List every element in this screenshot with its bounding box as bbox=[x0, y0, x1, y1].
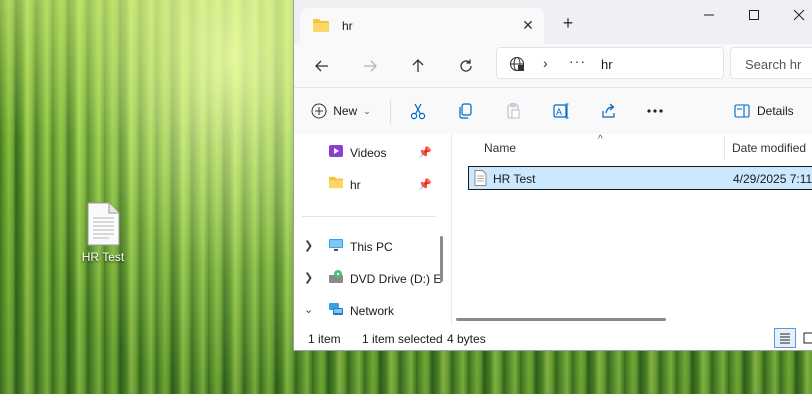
details-view-icon[interactable] bbox=[774, 328, 796, 348]
cut-icon[interactable] bbox=[404, 96, 432, 126]
close-tab-icon[interactable]: ✕ bbox=[518, 15, 538, 35]
search-input[interactable]: Search hr bbox=[730, 47, 812, 79]
paste-icon[interactable] bbox=[499, 96, 527, 126]
new-button-label: New bbox=[333, 104, 358, 118]
tiles-view-icon[interactable] bbox=[798, 328, 812, 348]
copy-icon[interactable] bbox=[451, 96, 479, 126]
status-bar: 1 item 1 item selected 4 bytes bbox=[294, 326, 812, 350]
divider bbox=[302, 216, 436, 217]
new-tab-button[interactable]: + bbox=[556, 12, 580, 34]
sidebar-item-label: This PC bbox=[350, 240, 393, 254]
sidebar-item-label: Videos bbox=[350, 146, 387, 160]
file-explorer-window: hr ✕ + › ··· hr Search hr New ⌄ A Detail… bbox=[293, 0, 812, 351]
file-list: ^ Name Date modified HR Test 4/29/2025 7… bbox=[452, 134, 812, 326]
scrollbar[interactable] bbox=[440, 236, 443, 282]
sidebar-item-label: hr bbox=[350, 178, 361, 192]
sidebar-item-hr[interactable]: hr 📌 bbox=[294, 170, 444, 198]
sidebar-item-network[interactable]: ⌄ Network bbox=[294, 296, 444, 324]
up-arrow-icon[interactable] bbox=[400, 50, 436, 82]
item-count: 1 item bbox=[308, 332, 341, 346]
close-window-icon[interactable] bbox=[776, 2, 812, 28]
file-date-modified: 4/29/2025 7:11 bbox=[733, 172, 812, 186]
maximize-icon[interactable] bbox=[731, 2, 777, 28]
command-bar: New ⌄ A Details bbox=[294, 88, 812, 134]
chevron-right-icon[interactable]: ❯ bbox=[304, 239, 313, 252]
chevron-down-icon: ⌄ bbox=[363, 105, 371, 116]
desktop-wallpaper bbox=[0, 0, 300, 394]
column-header-name[interactable]: Name bbox=[484, 141, 516, 155]
desktop-file-icon[interactable]: HR Test bbox=[74, 202, 132, 264]
back-arrow-icon[interactable] bbox=[304, 50, 340, 82]
search-placeholder: Search hr bbox=[745, 57, 802, 72]
plus-circle-icon bbox=[311, 103, 327, 119]
sort-up-icon: ^ bbox=[598, 134, 603, 145]
refresh-icon[interactable] bbox=[448, 50, 484, 82]
navigation-pane: Videos 📌 hr 📌 ❯ This PC ❯ DVD Drive (D:)… bbox=[294, 134, 452, 326]
breadcrumb-overflow[interactable]: ··· bbox=[569, 53, 586, 69]
dvd-drive-icon bbox=[329, 270, 343, 283]
folder-icon bbox=[329, 176, 343, 189]
address-bar[interactable]: › ··· hr bbox=[496, 47, 724, 79]
folder-icon bbox=[313, 19, 329, 32]
text-file-icon bbox=[87, 202, 120, 246]
breadcrumb-hr[interactable]: hr bbox=[601, 57, 613, 72]
column-divider[interactable] bbox=[724, 136, 725, 160]
forward-arrow-icon[interactable] bbox=[352, 50, 388, 82]
sidebar-item-label: DVD Drive (D:) E bbox=[350, 272, 442, 286]
sidebar-item-this-pc[interactable]: ❯ This PC bbox=[294, 232, 444, 260]
title-bar: hr ✕ + bbox=[294, 0, 812, 44]
tab-hr[interactable]: hr ✕ bbox=[300, 8, 544, 44]
selection-count: 1 item selected bbox=[362, 332, 443, 346]
videos-icon bbox=[329, 145, 343, 157]
svg-text:A: A bbox=[556, 107, 562, 117]
chevron-right-icon[interactable]: ❯ bbox=[304, 271, 313, 284]
computer-icon bbox=[329, 239, 343, 251]
table-row[interactable]: HR Test 4/29/2025 7:11 bbox=[468, 166, 812, 190]
new-button[interactable]: New ⌄ bbox=[306, 96, 376, 126]
horizontal-scrollbar[interactable] bbox=[456, 318, 666, 321]
share-icon[interactable] bbox=[595, 96, 623, 126]
toolbar-divider bbox=[390, 100, 391, 124]
chevron-right-icon[interactable]: › bbox=[543, 55, 548, 71]
tab-title: hr bbox=[342, 19, 353, 33]
chevron-down-icon[interactable]: ⌄ bbox=[304, 303, 313, 316]
pin-icon: 📌 bbox=[418, 147, 432, 159]
details-label: Details bbox=[757, 104, 794, 118]
column-header-date-modified[interactable]: Date modified bbox=[732, 141, 806, 155]
rename-icon[interactable]: A bbox=[547, 96, 575, 126]
text-file-icon bbox=[474, 170, 487, 186]
file-name: HR Test bbox=[493, 172, 536, 186]
sidebar-item-dvd-drive[interactable]: ❯ DVD Drive (D:) E bbox=[294, 264, 444, 292]
more-options-icon[interactable] bbox=[641, 96, 669, 126]
minimize-icon[interactable] bbox=[686, 2, 732, 28]
network-icon bbox=[329, 303, 343, 315]
details-button[interactable]: Details bbox=[734, 96, 812, 126]
details-pane-icon bbox=[734, 104, 750, 118]
desktop-icon-label: HR Test bbox=[81, 250, 125, 264]
sidebar-item-label: Network bbox=[350, 304, 395, 318]
navigation-bar: › ··· hr Search hr bbox=[294, 44, 812, 88]
selection-size: 4 bytes bbox=[447, 332, 486, 346]
globe-icon bbox=[509, 56, 525, 72]
pin-icon: 📌 bbox=[418, 179, 432, 191]
sidebar-item-videos[interactable]: Videos 📌 bbox=[294, 138, 444, 166]
